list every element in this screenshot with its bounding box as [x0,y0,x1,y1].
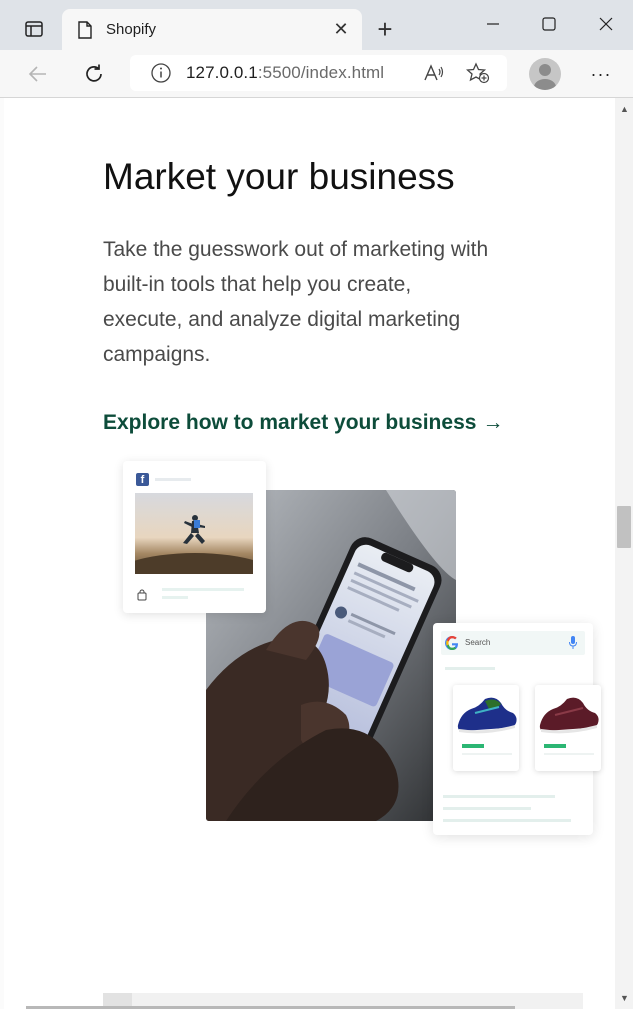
marketing-illustration: f Search [100,453,615,843]
tab-bar: Shopify ✕ + [0,0,633,50]
scroll-down-icon[interactable]: ▼ [620,993,629,1003]
fb-line-1 [162,588,244,591]
shoe-line-blue [462,753,512,755]
page-heading: Market your business [103,156,455,197]
close-window-button[interactable] [580,8,632,40]
left-edge [0,98,4,1009]
runner-image [135,493,253,574]
explore-marketing-link[interactable]: Explore how to market your business → [103,411,503,435]
site-info-icon[interactable] [150,62,172,84]
maximize-icon [542,17,556,31]
burgundy-sneaker-icon [539,697,599,734]
shoe-card-blue [453,685,519,771]
tab-close-button[interactable]: ✕ [326,15,356,45]
url-host: 127.0.0.1 [186,63,258,82]
scroll-up-icon[interactable]: ▲ [620,104,629,114]
profile-icon [534,64,556,90]
address-toolbar: 127.0.0.1:5500/index.html ··· [0,50,633,98]
minimize-button[interactable] [467,8,519,40]
scrollbar-thumb[interactable] [617,506,631,548]
google-icon [445,636,459,650]
refresh-icon [86,64,102,82]
tab-actions-icon [25,21,43,37]
cta-label: Explore how to market your business [103,411,477,434]
fb-line-2 [162,596,188,599]
page-viewport: Market your business Take the guesswork … [0,98,633,1009]
address-bar[interactable]: 127.0.0.1:5500/index.html [130,55,507,91]
shoe-line-burgundy [544,753,594,755]
tab-title: Shopify [106,21,157,38]
url-path: :5500/index.html [257,63,385,82]
google-line-2 [443,795,555,798]
minimize-icon [487,23,499,25]
google-line-4 [443,819,571,822]
vertical-scrollbar[interactable]: ▲ ▼ [615,98,633,1009]
favorite-add-icon[interactable] [466,62,490,84]
facebook-icon: f [136,473,149,486]
browser-window: Shopify ✕ + 127.0.0.1:5500/index.html ··… [0,0,633,1009]
shoe-card-burgundy [535,685,601,771]
google-line-3 [443,807,531,810]
google-line-1 [445,667,495,670]
price-bar-blue [462,744,484,748]
bag-icon [136,588,148,601]
close-icon [599,17,613,31]
new-tab-button[interactable]: + [370,14,400,44]
read-aloud-icon[interactable] [423,63,445,83]
intro-paragraph: Take the guesswork out of marketing with… [103,238,489,366]
page-icon [78,20,92,39]
arrow-right-icon: → [482,411,504,434]
google-search-bar: Search [441,631,585,655]
settings-menu-button[interactable]: ··· [585,58,617,90]
url-text[interactable]: 127.0.0.1:5500/index.html [186,63,384,83]
tab-actions-button[interactable] [14,14,54,44]
price-bar-burgundy [544,744,566,748]
maximize-button[interactable] [523,8,575,40]
back-arrow-icon [28,66,46,82]
profile-avatar[interactable] [529,58,561,90]
microphone-icon [569,636,577,649]
facebook-ad-card: f [123,461,266,613]
refresh-button[interactable] [78,58,110,90]
tab-shopify[interactable]: Shopify ✕ [62,9,362,50]
blue-sneaker-icon [457,697,517,734]
fb-placeholder-line [155,478,191,481]
back-button[interactable] [22,58,54,90]
search-label: Search [465,638,491,647]
